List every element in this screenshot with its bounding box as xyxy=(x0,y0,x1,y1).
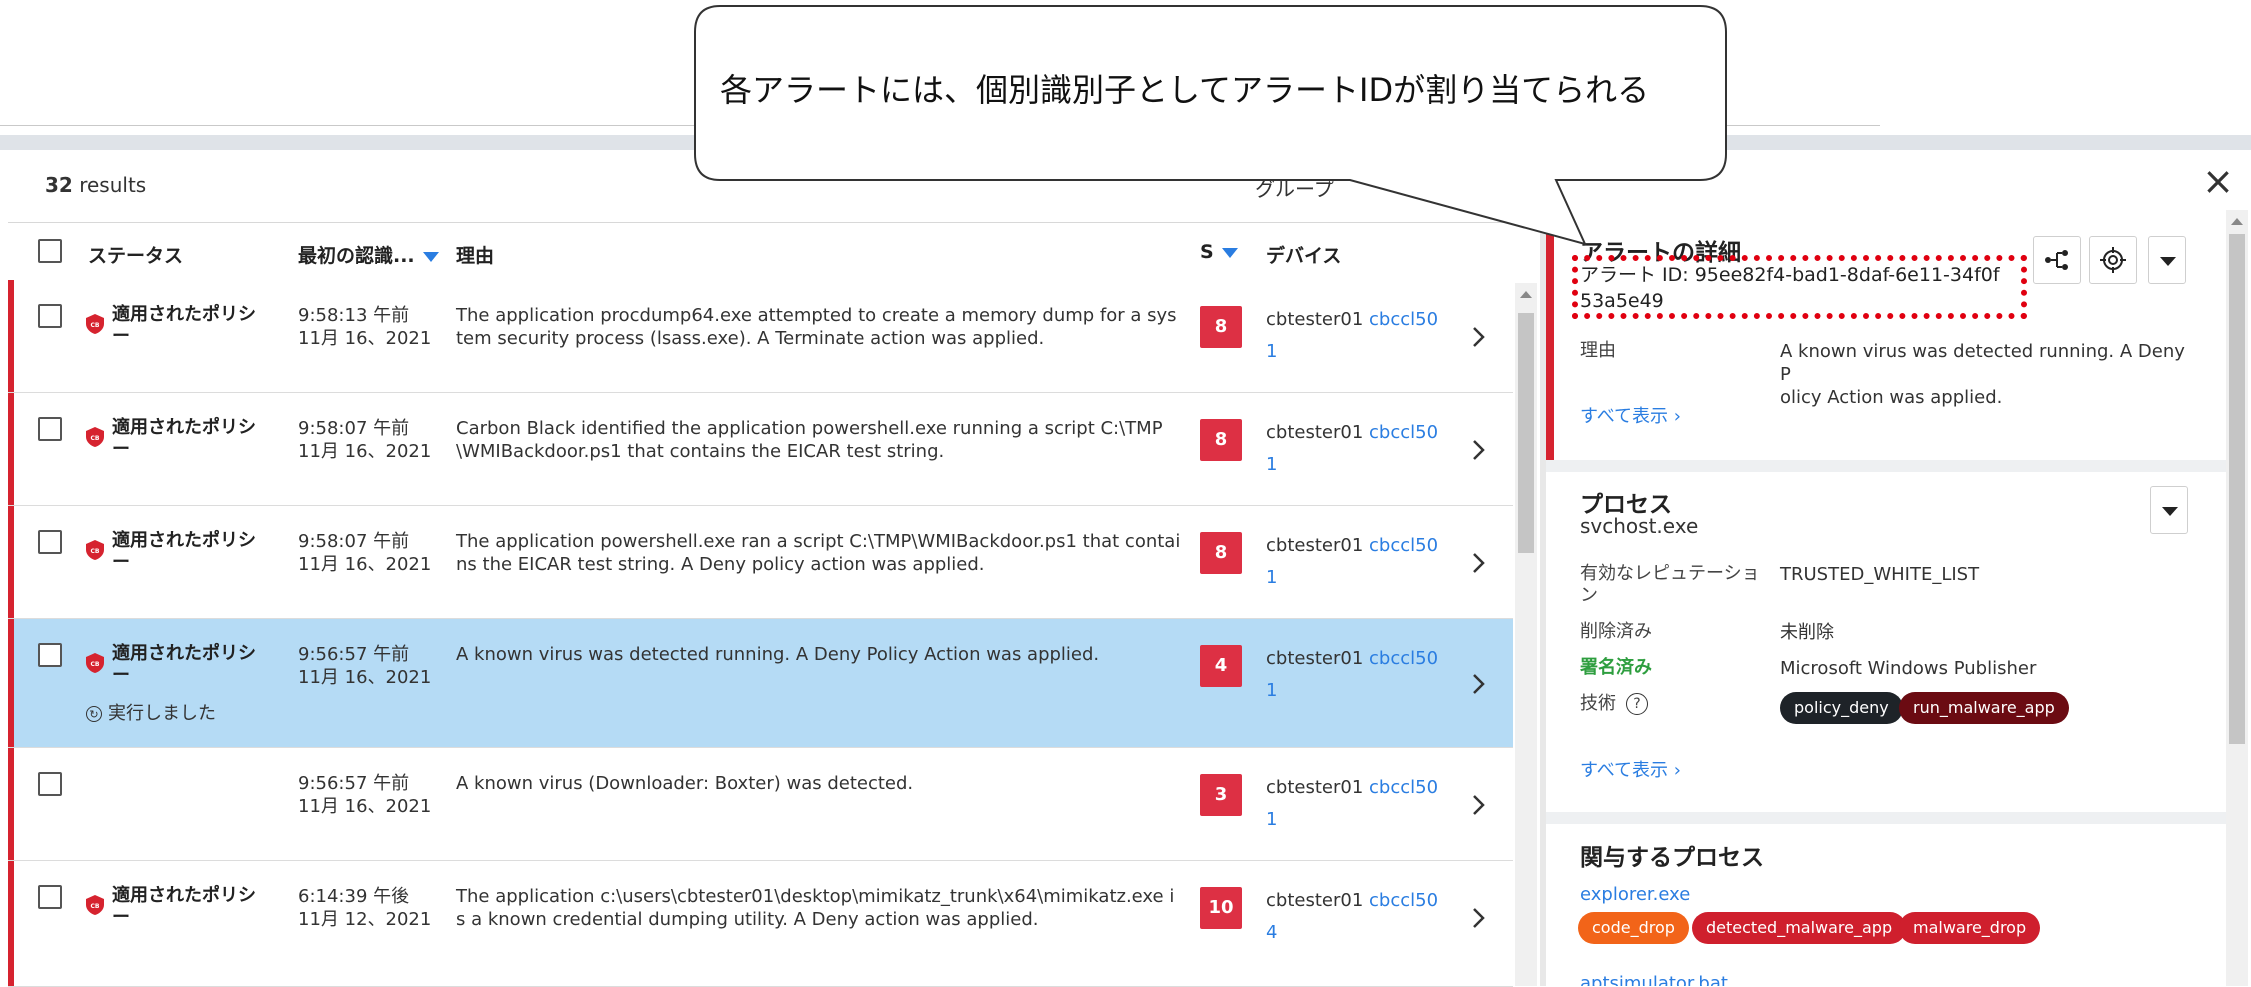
callout-text: 各アラートには、個別識別子としてアラートIDが割り当てられる xyxy=(720,71,1650,109)
callout-bubble xyxy=(694,5,1727,246)
